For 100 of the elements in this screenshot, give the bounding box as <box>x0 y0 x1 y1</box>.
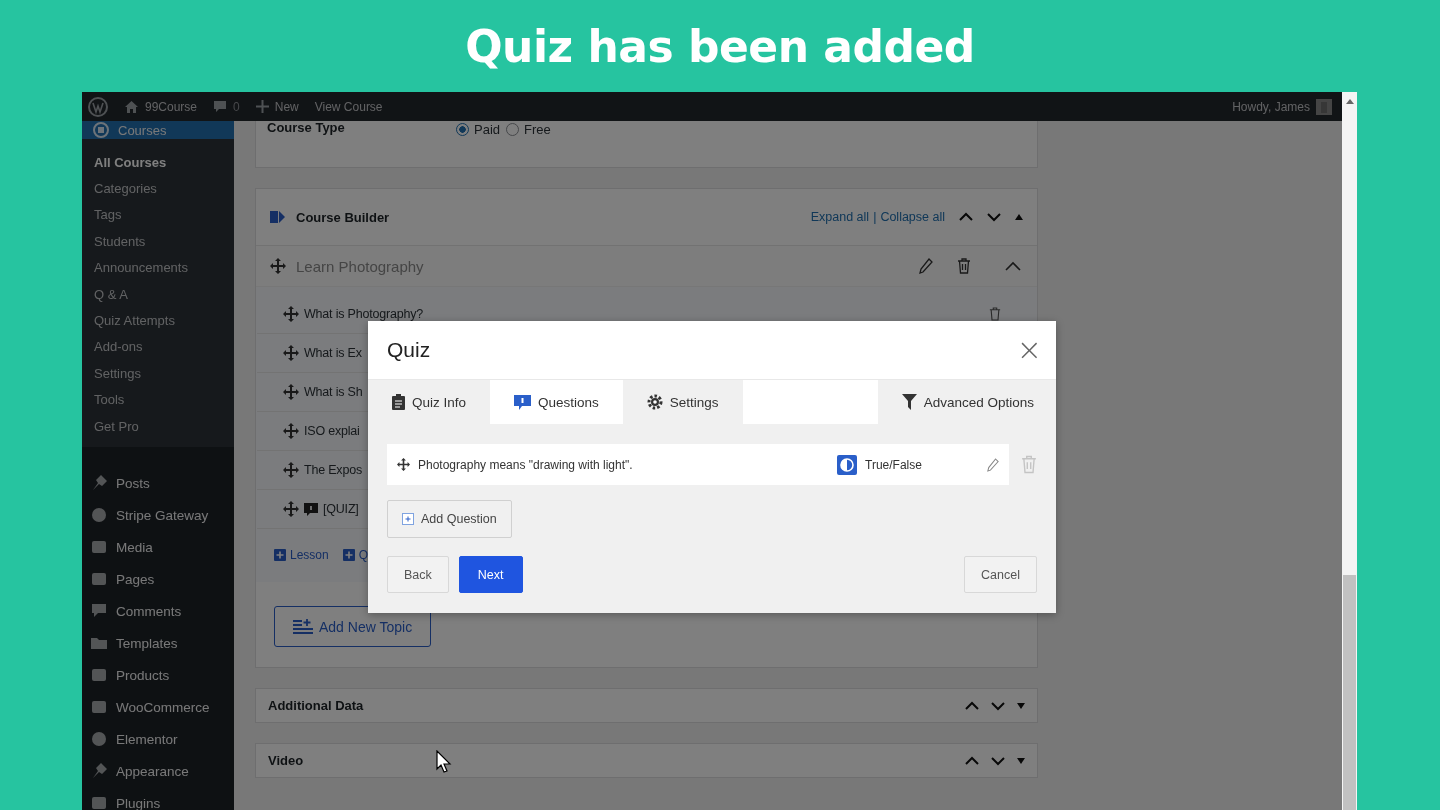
drag-handle-icon[interactable] <box>283 501 299 517</box>
triangle-down-icon[interactable] <box>1017 702 1025 709</box>
wordpress-logo-icon[interactable] <box>88 96 108 117</box>
scrollbar-thumb[interactable] <box>1343 575 1356 810</box>
pencil-icon[interactable] <box>919 258 933 274</box>
add-question-button[interactable]: Add Question <box>387 500 512 538</box>
next-button[interactable]: Next <box>458 556 523 593</box>
expand-all-link[interactable]: Expand all <box>810 210 870 224</box>
chevron-up-icon[interactable] <box>965 700 979 711</box>
scroll-up-icon[interactable] <box>1345 99 1354 104</box>
sidebar-item[interactable]: Posts <box>82 467 234 500</box>
sidebar-item[interactable]: Comments <box>82 595 234 628</box>
triangle-up-icon[interactable] <box>1015 214 1023 220</box>
view-course-link[interactable]: View Course <box>314 99 383 114</box>
submenu-item[interactable]: Tags <box>82 201 234 229</box>
pin-icon <box>90 474 108 493</box>
question-row[interactable]: Photography means "drawing with light". True/False <box>387 444 1009 485</box>
submenu-item[interactable]: Tools <box>82 386 234 413</box>
collapsible-section[interactable]: Additional Data <box>255 688 1038 723</box>
radio-option[interactable]: Free <box>506 122 551 137</box>
drag-handle-icon[interactable] <box>283 345 299 361</box>
submenu-item[interactable]: Add-ons <box>82 333 234 361</box>
trash-icon[interactable] <box>957 258 971 274</box>
topic-title: Learn Photography <box>296 257 424 275</box>
lesson-title: [QUIZ] <box>323 502 359 516</box>
sidebar-item[interactable]: WooCommerce <box>82 691 234 724</box>
sidebar-item[interactable]: Templates <box>82 627 234 660</box>
collapse-all-link[interactable]: Collapse all <box>880 210 945 224</box>
add-item-link[interactable]: Lesson <box>274 548 329 562</box>
chevron-down-icon[interactable] <box>991 700 1005 711</box>
submenu-item[interactable]: Get Pro <box>82 412 234 440</box>
chevron-down-icon[interactable] <box>991 755 1005 766</box>
dialog-tab[interactable]: Quiz Info <box>368 380 491 424</box>
course-icon <box>92 121 110 139</box>
submenu-item[interactable]: Announcements <box>82 254 234 281</box>
scrollbar[interactable] <box>1342 92 1357 810</box>
drag-handle-icon[interactable] <box>283 384 299 400</box>
drag-handle-icon[interactable] <box>270 258 286 274</box>
site-link[interactable]: 99Course <box>124 99 198 114</box>
trash-icon[interactable] <box>989 307 1001 321</box>
lesson-title: What is Sh <box>304 385 363 399</box>
submenu-item[interactable]: Settings <box>82 360 234 387</box>
back-button[interactable]: Back <box>387 556 449 593</box>
home-icon <box>124 99 139 114</box>
submenu-item[interactable]: Quiz Attempts <box>82 307 234 334</box>
mouse-pointer-icon <box>436 750 452 774</box>
filter-icon <box>901 394 917 410</box>
drag-handle-icon[interactable] <box>283 462 299 478</box>
dialog-tab[interactable]: Advanced Options <box>877 380 1056 424</box>
dialog-title: Quiz <box>387 338 431 362</box>
sidebar-item[interactable]: Products <box>82 659 234 692</box>
true-false-icon <box>837 454 857 475</box>
drag-handle-icon[interactable] <box>283 423 299 439</box>
chevron-up-icon[interactable] <box>965 755 979 766</box>
banner-title: Quiz has been added <box>465 19 975 74</box>
chevron-up-icon[interactable] <box>1005 261 1021 271</box>
add-new-topic-button[interactable]: Add New Topic <box>274 606 432 647</box>
section-title: Video <box>268 753 304 768</box>
question-icon <box>514 394 532 410</box>
clipboard-icon <box>392 394 405 410</box>
plus-square-icon <box>274 549 286 561</box>
sidebar-item[interactable]: Courses <box>82 121 234 139</box>
list-plus-icon <box>293 618 313 635</box>
submenu-item[interactable]: Categories <box>82 175 234 202</box>
add-item-link[interactable]: Q <box>342 548 369 562</box>
question-bubble-icon <box>304 502 318 516</box>
chevron-down-icon[interactable] <box>987 212 1001 222</box>
drag-handle-icon[interactable] <box>283 306 299 322</box>
plus-square-icon <box>342 549 355 561</box>
sidebar-item[interactable]: Elementor <box>82 723 234 756</box>
radio-option[interactable]: Paid <box>456 122 501 137</box>
sidebar-item[interactable]: Pages <box>82 563 234 596</box>
triangle-down-icon[interactable] <box>1017 757 1025 764</box>
lesson-title: ISO explai <box>304 424 360 438</box>
submenu-item[interactable]: All Courses <box>82 149 234 176</box>
new-link[interactable]: New <box>255 99 299 114</box>
collapsible-section[interactable]: Video <box>255 743 1038 778</box>
sidebar-item[interactable]: Media <box>82 531 234 564</box>
drag-handle-icon[interactable] <box>397 458 410 471</box>
account-link[interactable]: Howdy, James <box>1232 98 1332 115</box>
chevron-up-icon[interactable] <box>959 212 973 222</box>
card-title: Course Builder <box>296 209 390 225</box>
link-separator: | <box>873 210 877 224</box>
submenu-item[interactable]: Students <box>82 228 234 255</box>
pencil-icon[interactable] <box>987 457 999 472</box>
lesson-title: What is Ex <box>304 346 362 360</box>
question-text: Photography means "drawing with light". <box>418 457 633 472</box>
plus-square-icon <box>402 513 414 525</box>
field-label: Course Type <box>267 121 346 135</box>
cancel-button[interactable]: Cancel <box>964 556 1037 593</box>
dialog-tab[interactable]: Settings <box>622 380 743 424</box>
sidebar-item[interactable]: Plugins <box>82 787 234 810</box>
sidebar-item[interactable]: Stripe Gateway <box>82 499 234 532</box>
question-type: True/False <box>865 457 923 472</box>
sidebar-item[interactable]: Appearance <box>82 755 234 788</box>
section-title: Additional Data <box>268 698 364 713</box>
submenu-item[interactable]: Q & A <box>82 280 234 308</box>
lesson-title: The Expos <box>304 463 362 477</box>
builder-icon <box>270 210 286 224</box>
close-button[interactable]: × <box>1016 335 1042 365</box>
